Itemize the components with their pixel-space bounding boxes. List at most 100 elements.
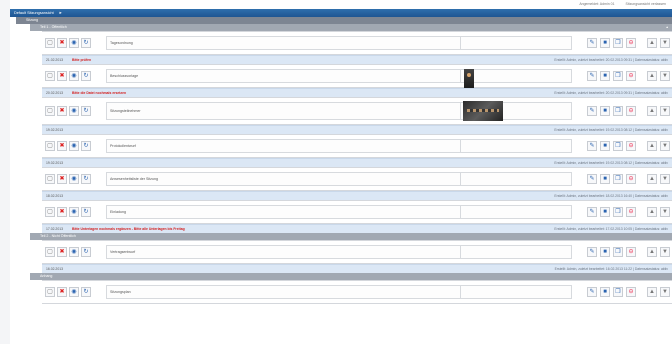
copy-icon[interactable]: ❐	[613, 207, 623, 217]
list-item[interactable]: ▢ ✖ ◉ ↻ Beschlussvorlage ✎ ■ ❐ ⊖ ▲ ▼	[42, 64, 672, 89]
refresh-icon[interactable]: ↻	[81, 247, 91, 257]
move-down-icon[interactable]: ▼	[660, 174, 670, 184]
copy-icon[interactable]: ❐	[613, 38, 623, 48]
view-icon[interactable]: ◉	[69, 71, 79, 81]
item-name[interactable]: Beschlussvorlage	[106, 69, 461, 83]
copy-icon[interactable]: ❐	[613, 174, 623, 184]
delete-icon[interactable]: ✖	[57, 174, 67, 184]
item-name[interactable]: Sitzungsteilnehmer	[106, 102, 461, 120]
remove-icon[interactable]: ⊖	[626, 38, 636, 48]
view-icon[interactable]: ◉	[69, 141, 79, 151]
edit-icon[interactable]: ✎	[587, 287, 597, 297]
delete-icon[interactable]: ✖	[57, 287, 67, 297]
save-icon[interactable]: ■	[600, 174, 610, 184]
leave-session-link[interactable]: Sitzungsansicht verlassen	[626, 2, 666, 6]
view-icon[interactable]: ◉	[69, 247, 79, 257]
move-up-icon[interactable]: ▲	[647, 141, 657, 151]
view-icon[interactable]: ◉	[69, 38, 79, 48]
item-name[interactable]: Protokollentwurf	[106, 139, 461, 153]
delete-icon[interactable]: ✖	[57, 207, 67, 217]
checkbox-icon[interactable]: ▢	[45, 141, 55, 151]
delete-icon[interactable]: ✖	[57, 71, 67, 81]
copy-icon[interactable]: ❐	[613, 106, 623, 116]
move-up-icon[interactable]: ▲	[647, 106, 657, 116]
list-item[interactable]: ▢ ✖ ◉ ↻ Vertragsentwurf ✎ ■ ❐ ⊖ ▲ ▼	[42, 240, 672, 264]
view-icon[interactable]: ◉	[69, 174, 79, 184]
save-icon[interactable]: ■	[600, 106, 610, 116]
move-down-icon[interactable]: ▼	[660, 71, 670, 81]
remove-icon[interactable]: ⊖	[626, 71, 636, 81]
move-up-icon[interactable]: ▲	[647, 247, 657, 257]
item-name[interactable]: Anwesenheitsliste der Sitzung	[106, 172, 461, 186]
item-name[interactable]: Einladung	[106, 205, 461, 219]
delete-icon[interactable]: ✖	[57, 106, 67, 116]
delete-icon[interactable]: ✖	[57, 38, 67, 48]
list-item[interactable]: ▢ ✖ ◉ ↻ Anwesenheitsliste der Sitzung ✎ …	[42, 167, 672, 191]
move-down-icon[interactable]: ▼	[660, 287, 670, 297]
view-icon[interactable]: ◉	[69, 106, 79, 116]
refresh-icon[interactable]: ↻	[81, 174, 91, 184]
checkbox-icon[interactable]: ▢	[45, 71, 55, 81]
move-down-icon[interactable]: ▼	[660, 106, 670, 116]
list-item[interactable]: ▢ ✖ ◉ ↻ Sitzungsteilnehmer ✎ ■ ❐ ⊖ ▲ ▼	[42, 97, 672, 125]
portrait-thumbnail[interactable]	[464, 69, 474, 89]
move-down-icon[interactable]: ▼	[660, 207, 670, 217]
move-down-icon[interactable]: ▼	[660, 141, 670, 151]
section-non-public[interactable]: Teil 2 - Nicht Öffentlich	[30, 233, 672, 240]
copy-icon[interactable]: ❐	[613, 141, 623, 151]
move-up-icon[interactable]: ▲	[647, 287, 657, 297]
refresh-icon[interactable]: ↻	[81, 207, 91, 217]
edit-icon[interactable]: ✎	[587, 71, 597, 81]
section-public[interactable]: Teil 1 - Öffentlich ▴	[30, 24, 672, 31]
save-icon[interactable]: ■	[600, 71, 610, 81]
move-up-icon[interactable]: ▲	[647, 38, 657, 48]
checkbox-icon[interactable]: ▢	[45, 287, 55, 297]
delete-icon[interactable]: ✖	[57, 247, 67, 257]
list-item[interactable]: ▢ ✖ ◉ ↻ Tagesordnung ✎ ■ ❐ ⊖ ▲ ▼	[42, 31, 672, 55]
view-icon[interactable]: ◉	[69, 287, 79, 297]
edit-icon[interactable]: ✎	[587, 207, 597, 217]
copy-icon[interactable]: ❐	[613, 71, 623, 81]
edit-icon[interactable]: ✎	[587, 141, 597, 151]
list-item[interactable]: ▢ ✖ ◉ ↻ Protokollentwurf ✎ ■ ❐ ⊖ ▲ ▼	[42, 134, 672, 158]
checkbox-icon[interactable]: ▢	[45, 106, 55, 116]
save-icon[interactable]: ■	[600, 207, 610, 217]
refresh-icon[interactable]: ↻	[81, 106, 91, 116]
section-attachment[interactable]: Anhang	[30, 273, 672, 280]
refresh-icon[interactable]: ↻	[81, 287, 91, 297]
refresh-icon[interactable]: ↻	[81, 38, 91, 48]
remove-icon[interactable]: ⊖	[626, 287, 636, 297]
checkbox-icon[interactable]: ▢	[45, 247, 55, 257]
move-up-icon[interactable]: ▲	[647, 174, 657, 184]
checkbox-icon[interactable]: ▢	[45, 38, 55, 48]
move-down-icon[interactable]: ▼	[660, 38, 670, 48]
caret-right-icon[interactable]: ►	[59, 9, 63, 17]
refresh-icon[interactable]: ↻	[81, 141, 91, 151]
remove-icon[interactable]: ⊖	[626, 207, 636, 217]
item-name[interactable]: Vertragsentwurf	[106, 245, 461, 259]
edit-icon[interactable]: ✎	[587, 174, 597, 184]
list-item[interactable]: ▢ ✖ ◉ ↻ Einladung ✎ ■ ❐ ⊖ ▲ ▼	[42, 200, 672, 224]
copy-icon[interactable]: ❐	[613, 287, 623, 297]
view-icon[interactable]: ◉	[69, 207, 79, 217]
remove-icon[interactable]: ⊖	[626, 106, 636, 116]
item-name[interactable]: Tagesordnung	[106, 36, 461, 50]
edit-icon[interactable]: ✎	[587, 106, 597, 116]
remove-icon[interactable]: ⊖	[626, 247, 636, 257]
move-down-icon[interactable]: ▼	[660, 247, 670, 257]
edit-icon[interactable]: ✎	[587, 247, 597, 257]
save-icon[interactable]: ■	[600, 287, 610, 297]
section-session[interactable]: Sitzung	[16, 17, 672, 24]
checkbox-icon[interactable]: ▢	[45, 207, 55, 217]
group-photo-thumbnail[interactable]	[463, 101, 503, 121]
move-up-icon[interactable]: ▲	[647, 207, 657, 217]
delete-icon[interactable]: ✖	[57, 141, 67, 151]
refresh-icon[interactable]: ↻	[81, 71, 91, 81]
collapse-icon[interactable]: ▴	[666, 24, 668, 31]
save-icon[interactable]: ■	[600, 247, 610, 257]
item-name[interactable]: Sitzungsplan	[106, 285, 461, 299]
list-item[interactable]: ▢ ✖ ◉ ↻ Sitzungsplan ✎ ■ ❐ ⊖ ▲ ▼	[42, 280, 672, 304]
move-up-icon[interactable]: ▲	[647, 71, 657, 81]
remove-icon[interactable]: ⊖	[626, 141, 636, 151]
save-icon[interactable]: ■	[600, 38, 610, 48]
